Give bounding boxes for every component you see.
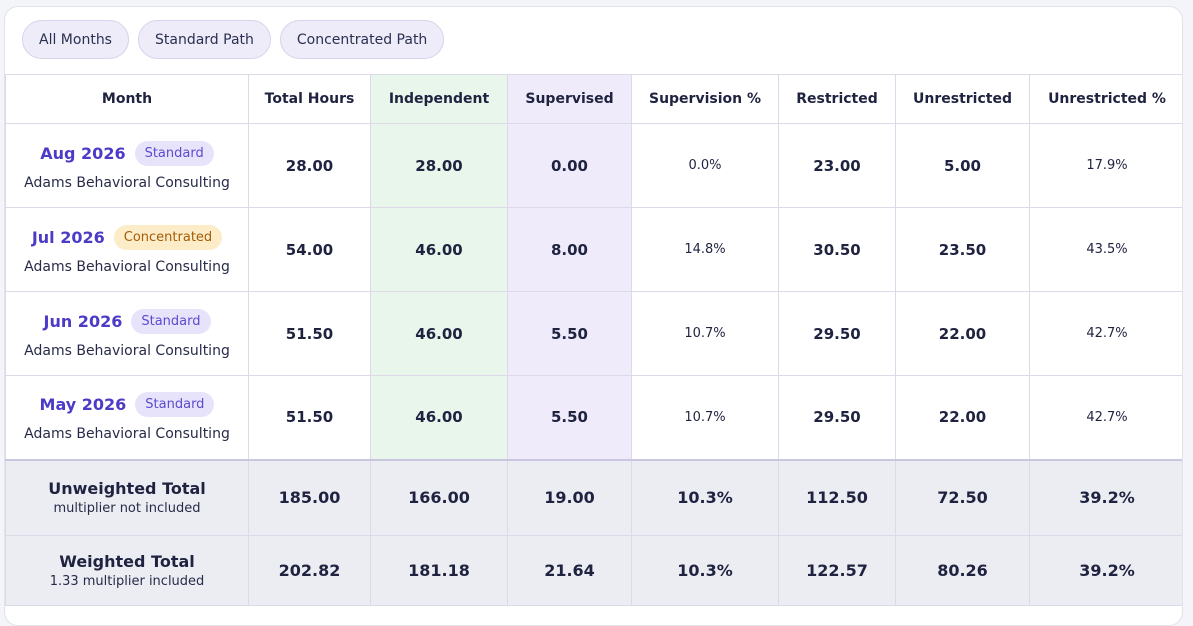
independent-cell: 46.00 bbox=[370, 291, 508, 376]
unrestricted-pct-cell: 42.7% bbox=[1029, 375, 1182, 460]
supervision-pct-cell: 10.3% bbox=[631, 458, 779, 536]
table-row[interactable]: Aug 2026 Standard Adams Behavioral Consu… bbox=[5, 123, 1182, 208]
hours-summary-card: All Months Standard Path Concentrated Pa… bbox=[4, 6, 1183, 626]
supervised-cell: 19.00 bbox=[507, 458, 632, 536]
independent-cell: 166.00 bbox=[370, 458, 508, 536]
restricted-cell: 122.57 bbox=[778, 535, 896, 606]
supervision-pct-cell: 10.7% bbox=[631, 291, 779, 376]
total-hours-cell: 185.00 bbox=[248, 458, 371, 536]
total-label: Weighted Total bbox=[59, 552, 195, 571]
unrestricted-cell: 72.50 bbox=[895, 458, 1030, 536]
supervision-pct-cell: 10.7% bbox=[631, 375, 779, 460]
restricted-cell: 23.00 bbox=[778, 123, 896, 208]
unrestricted-pct-cell: 39.2% bbox=[1029, 535, 1182, 606]
total-hours-cell: 51.50 bbox=[248, 291, 371, 376]
filter-concentrated-path[interactable]: Concentrated Path bbox=[279, 20, 445, 59]
filter-pills: All Months Standard Path Concentrated Pa… bbox=[22, 20, 445, 59]
column-header-total-hours: Total Hours bbox=[248, 74, 371, 124]
table-row[interactable]: May 2026 Standard Adams Behavioral Consu… bbox=[5, 375, 1182, 460]
unrestricted-pct-cell: 43.5% bbox=[1029, 207, 1182, 292]
unrestricted-cell: 22.00 bbox=[895, 291, 1030, 376]
filter-all-months[interactable]: All Months bbox=[22, 20, 129, 59]
unrestricted-cell: 80.26 bbox=[895, 535, 1030, 606]
company-name: Adams Behavioral Consulting bbox=[24, 426, 230, 443]
month-cell: Jun 2026 Standard Adams Behavioral Consu… bbox=[5, 291, 249, 376]
month-label[interactable]: Jul 2026 bbox=[32, 228, 105, 247]
total-sublabel: multiplier not included bbox=[53, 501, 201, 517]
company-name: Adams Behavioral Consulting bbox=[24, 342, 230, 359]
company-name: Adams Behavioral Consulting bbox=[24, 174, 230, 191]
independent-cell: 181.18 bbox=[370, 535, 508, 606]
table-row[interactable]: Jul 2026 Concentrated Adams Behavioral C… bbox=[5, 207, 1182, 292]
restricted-cell: 29.50 bbox=[778, 291, 896, 376]
table-header-row: Month Total Hours Independent Supervised… bbox=[5, 74, 1182, 124]
month-cell: Jul 2026 Concentrated Adams Behavioral C… bbox=[5, 207, 249, 292]
month-cell: May 2026 Standard Adams Behavioral Consu… bbox=[5, 375, 249, 460]
restricted-cell: 29.50 bbox=[778, 375, 896, 460]
unrestricted-cell: 22.00 bbox=[895, 375, 1030, 460]
supervised-cell: 8.00 bbox=[507, 207, 632, 292]
total-label-cell: Weighted Total 1.33 multiplier included bbox=[5, 535, 249, 606]
supervised-cell: 5.50 bbox=[507, 375, 632, 460]
unrestricted-pct-cell: 17.9% bbox=[1029, 123, 1182, 208]
column-header-unrestricted: Unrestricted bbox=[895, 74, 1030, 124]
filter-standard-path[interactable]: Standard Path bbox=[137, 20, 271, 59]
supervision-pct-cell: 14.8% bbox=[631, 207, 779, 292]
column-header-unrestricted-pct: Unrestricted % bbox=[1029, 74, 1182, 124]
total-sublabel: 1.33 multiplier included bbox=[49, 574, 205, 589]
path-badge: Standard bbox=[131, 308, 211, 334]
total-hours-cell: 202.82 bbox=[248, 535, 371, 606]
month-label[interactable]: Aug 2026 bbox=[40, 144, 125, 163]
independent-cell: 46.00 bbox=[370, 375, 508, 460]
supervision-pct-cell: 10.3% bbox=[631, 535, 779, 606]
total-hours-cell: 51.50 bbox=[248, 375, 371, 460]
unrestricted-cell: 23.50 bbox=[895, 207, 1030, 292]
path-badge: Standard bbox=[134, 140, 214, 166]
supervised-cell: 5.50 bbox=[507, 291, 632, 376]
total-label-cell: Unweighted Total multiplier not included bbox=[5, 458, 249, 536]
column-header-supervised: Supervised bbox=[507, 74, 632, 124]
month-label[interactable]: Jun 2026 bbox=[44, 312, 123, 331]
supervision-pct-cell: 0.0% bbox=[631, 123, 779, 208]
unweighted-total-row: Unweighted Total multiplier not included… bbox=[5, 458, 1182, 536]
total-hours-cell: 28.00 bbox=[248, 123, 371, 208]
unrestricted-pct-cell: 39.2% bbox=[1029, 458, 1182, 536]
hours-table: Month Total Hours Independent Supervised… bbox=[5, 74, 1182, 606]
restricted-cell: 30.50 bbox=[778, 207, 896, 292]
restricted-cell: 112.50 bbox=[778, 458, 896, 536]
total-label: Unweighted Total bbox=[48, 479, 206, 499]
column-header-restricted: Restricted bbox=[778, 74, 896, 124]
unrestricted-cell: 5.00 bbox=[895, 123, 1030, 208]
column-header-supervision-pct: Supervision % bbox=[631, 74, 779, 124]
month-label[interactable]: May 2026 bbox=[40, 395, 127, 414]
column-header-month: Month bbox=[5, 74, 249, 124]
unrestricted-pct-cell: 42.7% bbox=[1029, 291, 1182, 376]
path-badge: Standard bbox=[135, 392, 215, 418]
column-header-independent: Independent bbox=[370, 74, 508, 124]
table-row[interactable]: Jun 2026 Standard Adams Behavioral Consu… bbox=[5, 291, 1182, 376]
path-badge: Concentrated bbox=[113, 224, 223, 250]
total-hours-cell: 54.00 bbox=[248, 207, 371, 292]
supervised-cell: 21.64 bbox=[507, 535, 632, 606]
company-name: Adams Behavioral Consulting bbox=[24, 258, 230, 275]
independent-cell: 46.00 bbox=[370, 207, 508, 292]
month-cell: Aug 2026 Standard Adams Behavioral Consu… bbox=[5, 123, 249, 208]
supervised-cell: 0.00 bbox=[507, 123, 632, 208]
weighted-total-row: Weighted Total 1.33 multiplier included … bbox=[5, 535, 1182, 606]
independent-cell: 28.00 bbox=[370, 123, 508, 208]
